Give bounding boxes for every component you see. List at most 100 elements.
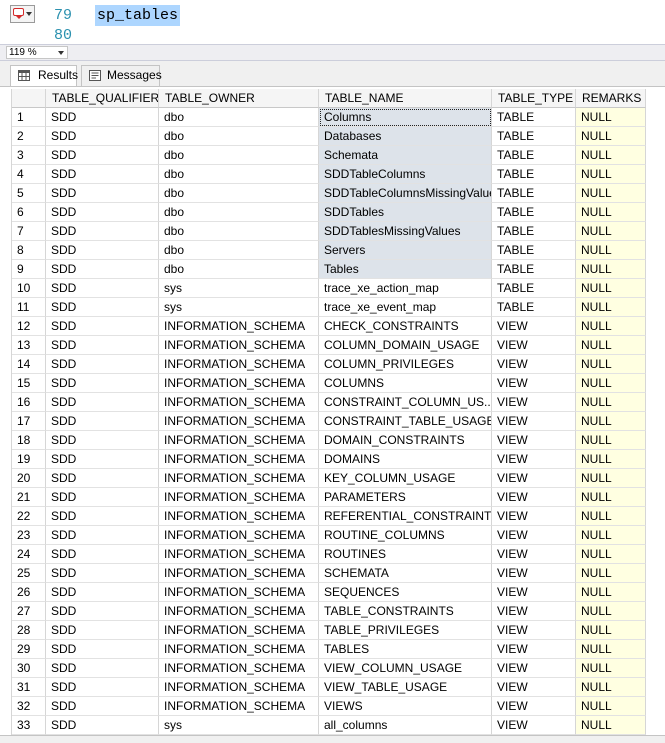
row-number[interactable]: 4 — [12, 165, 46, 184]
grid-cell[interactable]: SCHEMATA — [319, 564, 492, 583]
grid-cell[interactable]: INFORMATION_SCHEMA — [159, 621, 319, 640]
grid-cell[interactable]: Tables — [319, 260, 492, 279]
grid-cell[interactable]: SDDTables — [319, 203, 492, 222]
grid-cell[interactable]: VIEW — [492, 716, 576, 735]
row-number[interactable]: 9 — [12, 260, 46, 279]
table-row[interactable]: 16 SDD INFORMATION_SCHEMA CONSTRAINT_COLUMN… — [12, 393, 646, 412]
grid-cell[interactable]: COLUMN_DOMAIN_USAGE — [319, 336, 492, 355]
grid-cell[interactable]: NULL — [576, 203, 646, 222]
grid-cell[interactable]: SDD — [46, 412, 159, 431]
grid-cell[interactable]: NULL — [576, 222, 646, 241]
table-row[interactable]: 7 SDD dbo SDDTablesMissingValues TABLE NULL — [12, 222, 646, 241]
row-number[interactable]: 17 — [12, 412, 46, 431]
grid-cell[interactable]: INFORMATION_SCHEMA — [159, 355, 319, 374]
grid-cell[interactable]: VIEW — [492, 317, 576, 336]
grid-cell[interactable]: TABLE_CONSTRAINTS — [319, 602, 492, 621]
grid-cell[interactable]: NULL — [576, 317, 646, 336]
grid-cell[interactable]: NULL — [576, 355, 646, 374]
grid-cell[interactable]: VIEW — [492, 469, 576, 488]
grid-cell[interactable]: INFORMATION_SCHEMA — [159, 374, 319, 393]
query-editor[interactable]: 79 80 sp_tables — [0, 0, 665, 44]
tab-results[interactable]: Results — [10, 65, 78, 86]
column-header[interactable]: TABLE_TYPE — [492, 89, 576, 108]
tab-messages[interactable]: Messages — [81, 65, 162, 86]
grid-cell[interactable]: VIEW — [492, 545, 576, 564]
row-number[interactable]: 26 — [12, 583, 46, 602]
grid-cell[interactable]: NULL — [576, 450, 646, 469]
table-row[interactable]: 24 SDD INFORMATION_SCHEMA ROUTINES VIEW NULL — [12, 545, 646, 564]
grid-cell[interactable]: SDD — [46, 716, 159, 735]
grid-cell[interactable]: NULL — [576, 659, 646, 678]
grid-cell[interactable]: SDD — [46, 317, 159, 336]
grid-cell[interactable]: SDD — [46, 564, 159, 583]
grid-cell[interactable]: SDD — [46, 697, 159, 716]
grid-cell[interactable]: TABLE — [492, 146, 576, 165]
column-header[interactable]: REMARKS — [576, 89, 646, 108]
grid-cell[interactable]: SDD — [46, 222, 159, 241]
grid-cell[interactable]: VIEW — [492, 450, 576, 469]
table-row[interactable]: 2 SDD dbo Databases TABLE NULL — [12, 127, 646, 146]
grid-cell[interactable]: dbo — [159, 260, 319, 279]
column-header[interactable]: TABLE_QUALIFIER — [46, 89, 159, 108]
grid-cell[interactable]: SDD — [46, 241, 159, 260]
grid-cell[interactable]: VIEW — [492, 374, 576, 393]
grid-cell[interactable]: SDD — [46, 659, 159, 678]
table-row[interactable]: 4 SDD dbo SDDTableColumns TABLE NULL — [12, 165, 646, 184]
row-number[interactable]: 27 — [12, 602, 46, 621]
grid-cell[interactable]: TABLE — [492, 298, 576, 317]
grid-cell[interactable]: ROUTINES — [319, 545, 492, 564]
table-row[interactable]: 23 SDD INFORMATION_SCHEMA ROUTINE_COLUMNS VI… — [12, 526, 646, 545]
zoom-select[interactable]: 119 % — [6, 46, 68, 59]
grid-cell[interactable]: NULL — [576, 279, 646, 298]
grid-cell[interactable]: NULL — [576, 298, 646, 317]
grid-cell[interactable]: INFORMATION_SCHEMA — [159, 583, 319, 602]
grid-cell[interactable]: Databases — [319, 127, 492, 146]
grid-cell[interactable]: INFORMATION_SCHEMA — [159, 431, 319, 450]
grid-cell[interactable]: INFORMATION_SCHEMA — [159, 564, 319, 583]
grid-cell[interactable]: VIEW_COLUMN_USAGE — [319, 659, 492, 678]
grid-cell[interactable]: TABLE — [492, 260, 576, 279]
row-header-corner[interactable] — [12, 89, 46, 108]
grid-cell[interactable]: SDD — [46, 184, 159, 203]
grid-cell[interactable]: SDD — [46, 450, 159, 469]
grid-cell[interactable]: NULL — [576, 545, 646, 564]
table-row[interactable]: 10 SDD sys trace_xe_action_map TABLE NULL — [12, 279, 646, 298]
grid-cell[interactable]: COLUMNS — [319, 374, 492, 393]
grid-cell[interactable]: NULL — [576, 184, 646, 203]
row-number[interactable]: 12 — [12, 317, 46, 336]
grid-cell[interactable]: NULL — [576, 507, 646, 526]
grid-cell[interactable]: SDDTableColumnsMissingValues — [319, 184, 492, 203]
grid-cell[interactable]: sys — [159, 298, 319, 317]
grid-cell[interactable]: VIEW — [492, 431, 576, 450]
table-row[interactable]: 32 SDD INFORMATION_SCHEMA VIEWS VIEW NULL — [12, 697, 646, 716]
grid-cell[interactable]: dbo — [159, 165, 319, 184]
table-row[interactable]: 29 SDD INFORMATION_SCHEMA TABLES VIEW NULL — [12, 640, 646, 659]
table-row[interactable]: 20 SDD INFORMATION_SCHEMA KEY_COLUMN_USAGE V… — [12, 469, 646, 488]
grid-cell[interactable]: NULL — [576, 564, 646, 583]
row-number[interactable]: 16 — [12, 393, 46, 412]
grid-cell[interactable]: NULL — [576, 374, 646, 393]
grid-cell[interactable]: NULL — [576, 469, 646, 488]
table-row[interactable]: 13 SDD INFORMATION_SCHEMA COLUMN_DOMAIN_USA… — [12, 336, 646, 355]
row-number[interactable]: 22 — [12, 507, 46, 526]
grid-cell[interactable]: sys — [159, 716, 319, 735]
grid-cell[interactable]: TABLE — [492, 108, 576, 127]
row-number[interactable]: 6 — [12, 203, 46, 222]
table-row[interactable]: 28 SDD INFORMATION_SCHEMA TABLE_PRIVILEGES V… — [12, 621, 646, 640]
grid-cell[interactable]: NULL — [576, 621, 646, 640]
table-row[interactable]: 33 SDD sys all_columns VIEW NULL — [12, 716, 646, 735]
grid-cell[interactable]: NULL — [576, 146, 646, 165]
grid-cell[interactable]: SDD — [46, 602, 159, 621]
grid-cell[interactable]: NULL — [576, 697, 646, 716]
grid-cell[interactable]: SDD — [46, 640, 159, 659]
grid-cell[interactable]: VIEW — [492, 621, 576, 640]
grid-cell[interactable]: VIEW — [492, 678, 576, 697]
grid-cell[interactable]: NULL — [576, 583, 646, 602]
grid-cell[interactable]: SDD — [46, 108, 159, 127]
row-number[interactable]: 15 — [12, 374, 46, 393]
grid-cell[interactable]: TABLE_PRIVILEGES — [319, 621, 492, 640]
grid-cell[interactable]: SDDTableColumns — [319, 165, 492, 184]
grid-cell[interactable]: VIEW_TABLE_USAGE — [319, 678, 492, 697]
grid-cell[interactable]: CONSTRAINT_COLUMN_US... — [319, 393, 492, 412]
grid-cell[interactable]: VIEW — [492, 659, 576, 678]
